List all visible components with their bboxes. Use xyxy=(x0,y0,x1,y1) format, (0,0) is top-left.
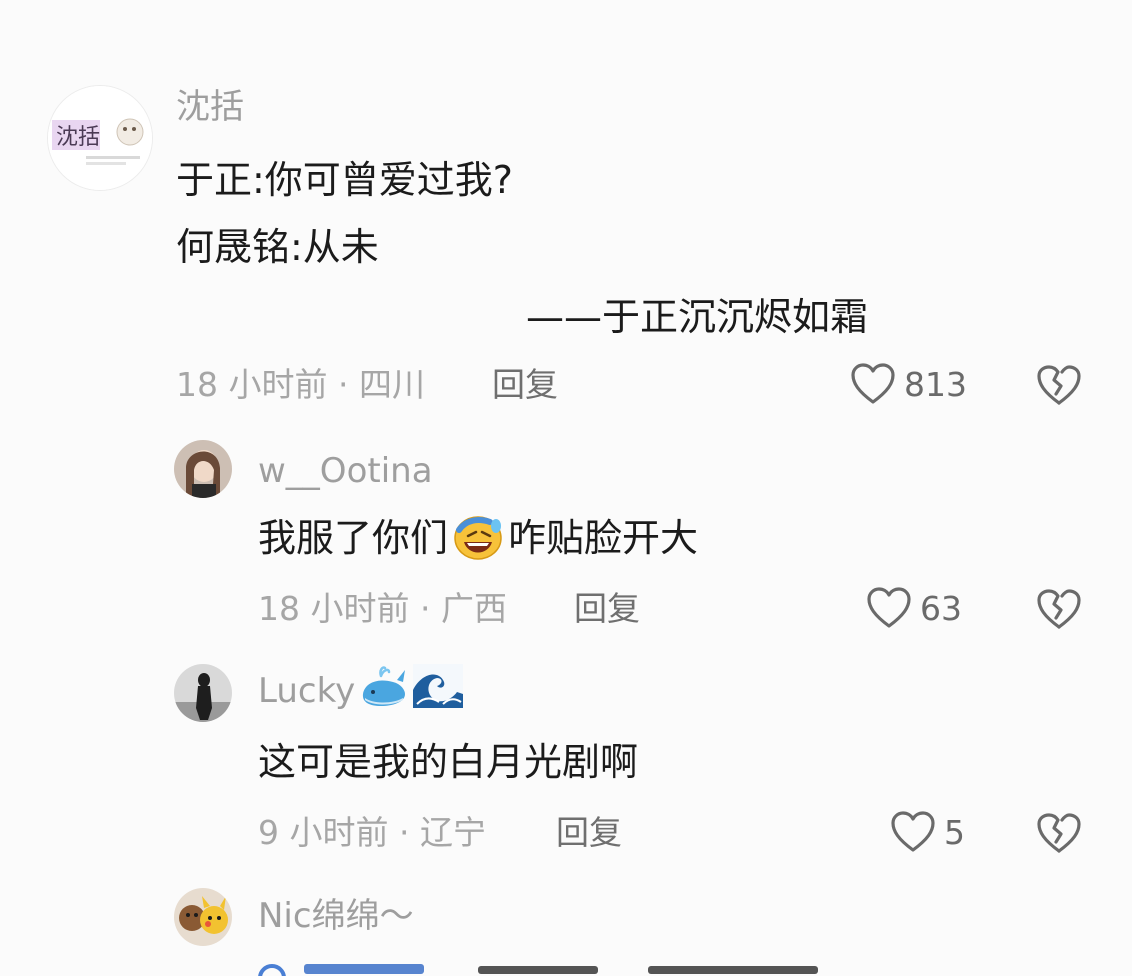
comment-text: 这可是我的白月光剧啊 xyxy=(258,740,639,784)
avatar-image xyxy=(174,888,232,946)
broken-heart-icon[interactable] xyxy=(1036,364,1082,406)
wave-emoji xyxy=(413,663,464,708)
broken-heart-icon[interactable] xyxy=(1036,812,1082,854)
comment-meta: 18 小时前 · 四川 xyxy=(176,365,425,404)
like-count: 63 xyxy=(920,588,962,628)
reply-button[interactable]: 回复 xyxy=(556,816,622,849)
comment-text-signature: ——于正沉沉烬如霜 xyxy=(526,295,869,339)
heart-outline-icon xyxy=(851,363,895,404)
like-count: 5 xyxy=(944,812,965,852)
avatar[interactable] xyxy=(174,888,232,946)
like-button[interactable]: 5 xyxy=(890,810,965,854)
avatar-image xyxy=(174,440,232,498)
broken-heart-icon[interactable] xyxy=(1036,588,1082,630)
comment-text-part: 咋贴脸开大 xyxy=(508,516,699,560)
avatar[interactable] xyxy=(174,664,232,722)
comment-text-part: 我服了你们 xyxy=(258,516,449,560)
truncated-comment-text xyxy=(478,964,828,974)
comment-meta: 18 小时前 · 广西 xyxy=(258,589,507,628)
like-button[interactable]: 63 xyxy=(866,586,962,630)
avatar-image xyxy=(174,664,232,722)
whale-emoji xyxy=(363,665,406,706)
avatar[interactable]: 沈括 xyxy=(47,85,153,191)
comment-text-line: 何晟铭:从未 xyxy=(176,225,379,269)
comment-text-line: 于正:你可曾爱过我? xyxy=(176,158,513,202)
rofl-emoji xyxy=(454,515,502,560)
comment-username[interactable]: Nic绵绵～ xyxy=(258,899,414,933)
comment-username[interactable]: 沈括 xyxy=(176,90,244,124)
heart-outline-icon xyxy=(891,811,935,852)
comment-username-row: Lucky xyxy=(258,663,464,711)
comment-meta: 9 小时前 · 辽宁 xyxy=(258,813,486,852)
like-count: 813 xyxy=(904,364,967,404)
avatar-image: 沈括 xyxy=(48,86,152,190)
avatar[interactable] xyxy=(174,440,232,498)
truncated-comment-line xyxy=(258,962,428,976)
reply-button[interactable]: 回复 xyxy=(574,592,640,625)
comment-username[interactable]: Lucky xyxy=(258,671,355,711)
like-button[interactable]: 813 xyxy=(850,362,967,406)
avatar-logo-text: 沈括 xyxy=(56,124,100,149)
comment-username[interactable]: w__Ootina xyxy=(258,454,433,488)
reply-button[interactable]: 回复 xyxy=(492,368,558,401)
heart-outline-icon xyxy=(867,587,911,628)
comment-text: 我服了你们 咋贴脸开大 xyxy=(258,515,699,562)
